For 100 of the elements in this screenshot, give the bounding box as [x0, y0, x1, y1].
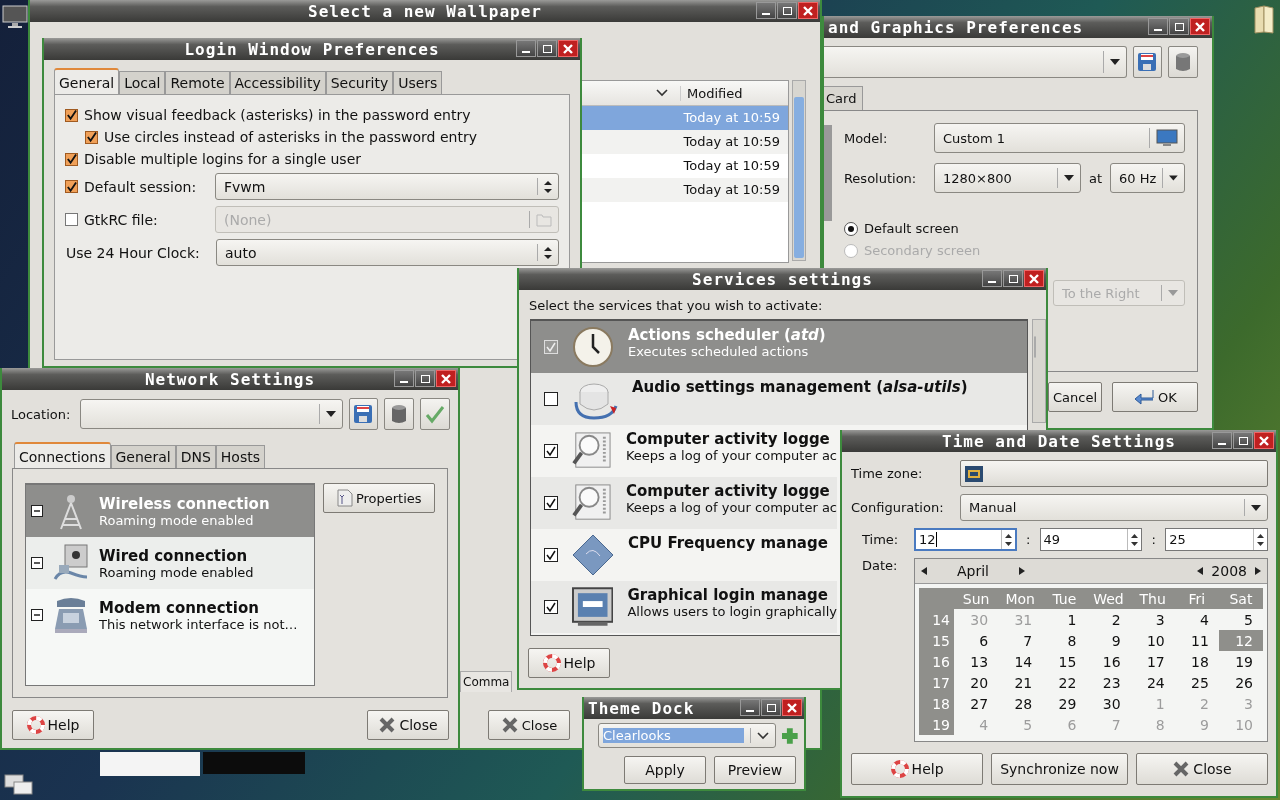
maximize-button[interactable] [777, 2, 797, 19]
close-button[interactable] [798, 2, 818, 19]
collapse-icon[interactable] [31, 609, 43, 621]
configuration-dropdown[interactable]: Manual [960, 494, 1268, 521]
dropdown[interactable]: Fvwm [215, 173, 559, 200]
calendar-day[interactable]: 20 [954, 672, 999, 693]
tab[interactable]: General [54, 68, 120, 94]
collapse-icon[interactable] [31, 505, 43, 517]
calendar-day[interactable]: 26 [1218, 672, 1263, 693]
checkbox[interactable] [544, 496, 558, 510]
checkbox[interactable] [544, 548, 558, 562]
spin-field[interactable]: 49 [1039, 528, 1143, 551]
tab[interactable]: Hosts [215, 445, 265, 468]
checkbox[interactable] [544, 600, 558, 614]
calendar-day[interactable]: 3 [1130, 609, 1175, 630]
calendar-day[interactable]: 17 [1130, 651, 1175, 672]
calendar-day[interactable]: 16 [1086, 651, 1131, 672]
connection-row[interactable]: Wired connection Roaming mode enabled [26, 537, 315, 589]
apply-button[interactable]: Apply [624, 756, 706, 784]
calendar-day[interactable]: 23 [1086, 672, 1131, 693]
minimize-button[interactable] [1212, 432, 1232, 449]
list-row[interactable]: Today at 10:59 [578, 154, 788, 178]
calendar-day[interactable]: 8 [1042, 630, 1087, 651]
maximize-button[interactable] [1233, 432, 1253, 449]
activate-button[interactable] [420, 398, 450, 430]
calendar-day[interactable]: 28 [998, 693, 1043, 714]
column-header[interactable]: Modified [680, 85, 743, 101]
calendar-day[interactable]: 2 [1086, 609, 1131, 630]
checkbox-option[interactable]: Disable multiple logins for a single user [65, 151, 559, 167]
next-month-icon[interactable] [1019, 567, 1025, 575]
close-button[interactable] [558, 40, 578, 57]
help-button[interactable]: Help [12, 710, 94, 740]
next-year-icon[interactable] [1255, 567, 1261, 575]
calendar-day[interactable]: 30 [1086, 693, 1131, 714]
calendar-day[interactable]: 21 [998, 672, 1043, 693]
close-button[interactable]: Close [367, 710, 449, 740]
minimize-button[interactable] [756, 2, 776, 19]
calendar-day[interactable]: 6 [954, 630, 999, 651]
tab[interactable]: Connections [14, 442, 111, 468]
windows-icon[interactable] [4, 774, 34, 796]
scrollbar[interactable] [1032, 319, 1046, 423]
model-field[interactable]: Custom 1 [933, 123, 1185, 153]
minimize-button[interactable] [394, 370, 414, 387]
maximize-button[interactable] [761, 699, 781, 716]
save-button[interactable] [348, 398, 379, 430]
calendar-day[interactable]: 7 [998, 630, 1043, 651]
checkbox[interactable] [544, 444, 558, 458]
monitor-icon[interactable] [2, 4, 28, 30]
tab[interactable]: Security [325, 71, 394, 94]
tab[interactable]: Comma [460, 671, 513, 692]
minimize-button[interactable] [740, 699, 760, 716]
calendar-day[interactable]: 22 [1042, 672, 1087, 693]
minimize-button[interactable] [1148, 18, 1168, 35]
tab[interactable]: Local [119, 71, 166, 94]
calendar-day[interactable]: 11 [1174, 630, 1219, 651]
spin-field[interactable]: 12 [914, 528, 1017, 551]
calendar-day[interactable]: 25 [1174, 672, 1219, 693]
tab[interactable]: DNS [175, 445, 216, 468]
close-button[interactable] [1024, 270, 1044, 287]
calendar-day[interactable]: 18 [1174, 651, 1219, 672]
close-button[interactable]: Close [1135, 753, 1268, 785]
tab[interactable]: Card [824, 86, 864, 110]
dropdown[interactable]: auto [216, 239, 559, 266]
previous-year-icon[interactable] [1197, 567, 1204, 575]
service-row[interactable]: Audio settings management (alsa-utils) [531, 373, 1027, 425]
close-button[interactable] [436, 370, 456, 387]
minimize-button[interactable] [982, 270, 1002, 287]
tab[interactable]: Accessibility [229, 71, 326, 94]
calendar-day[interactable]: 15 [1042, 651, 1087, 672]
calendar-day[interactable]: 13 [954, 651, 999, 672]
checkbox[interactable] [65, 108, 78, 122]
chevron-icon[interactable] [656, 89, 668, 97]
checkbox[interactable] [85, 130, 98, 144]
previous-month-icon[interactable] [921, 567, 927, 575]
tab[interactable]: Users [393, 71, 443, 94]
pager-thumbnail[interactable] [100, 752, 200, 776]
calendar-day[interactable]: 9 [1086, 630, 1131, 651]
checkbox-option[interactable]: Default session: [65, 178, 215, 195]
checkbox[interactable] [65, 152, 78, 166]
calendar-day[interactable]: 27 [954, 693, 999, 714]
checkbox[interactable] [65, 180, 78, 193]
ok-button[interactable]: OK [1112, 382, 1198, 412]
dropdown[interactable] [824, 46, 1127, 78]
resolution-dropdown[interactable]: 1280×800 [933, 163, 1081, 193]
spin-field[interactable]: 25 [1165, 528, 1268, 551]
calendar-day[interactable]: 10 [1130, 630, 1175, 651]
service-row[interactable]: Computer activity logge Keeps a log of your computer ac [531, 425, 837, 477]
calendar-day[interactable]: 4 [1174, 609, 1219, 630]
location-dropdown[interactable] [80, 399, 343, 429]
cancel-button[interactable]: Cancel [1048, 382, 1102, 412]
maximize-button[interactable] [537, 40, 557, 57]
synchronize-button[interactable]: Synchronize now [991, 753, 1128, 785]
help-button[interactable]: Help [851, 753, 984, 785]
close-button[interactable]: Close [488, 710, 570, 740]
preview-button[interactable]: Preview [714, 756, 796, 784]
tab[interactable]: General [110, 445, 176, 468]
service-row[interactable]: Computer activity logge Keeps a log of your computer ac [531, 477, 837, 529]
calendar-day[interactable]: 19 [1218, 651, 1263, 672]
collapse-icon[interactable] [31, 557, 43, 569]
service-row[interactable]: CPU Frequency manage [531, 529, 837, 581]
